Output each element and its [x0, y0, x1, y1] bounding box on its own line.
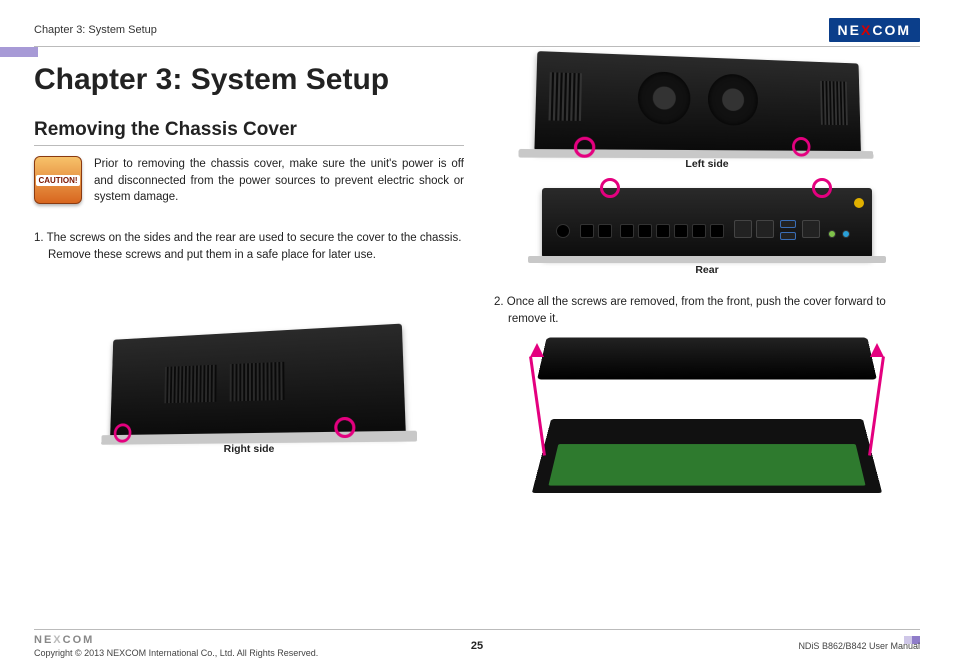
screw-highlight-icon	[334, 416, 356, 437]
caution-text: Prior to removing the chassis cover, mak…	[94, 156, 464, 206]
figure-caption-left-side: Left side	[685, 158, 728, 170]
step-1: 1. The screws on the sides and the rear …	[34, 230, 464, 265]
figure-cover-removal	[494, 359, 920, 509]
brand-x: X	[861, 22, 872, 38]
document-id: NDiS B862/B842 User Manual	[798, 641, 920, 651]
arrow-up-icon	[530, 343, 544, 357]
brand-pre: NE	[34, 634, 53, 646]
brand-post: COM	[63, 634, 95, 646]
caution-icon: CAUTION!	[34, 156, 82, 204]
figure-caption-right-side: Right side	[224, 443, 275, 455]
page-title: Chapter 3: System Setup	[34, 63, 464, 97]
brand-logo: NEXCOM	[829, 18, 920, 42]
section-heading: Removing the Chassis Cover	[34, 119, 464, 141]
header-divider	[34, 46, 920, 47]
accent-bar	[0, 47, 38, 57]
page-number: 25	[471, 640, 483, 652]
brand-post: COM	[872, 22, 911, 38]
screw-highlight-icon	[812, 178, 832, 198]
caution-badge-text: CAUTION!	[36, 175, 79, 186]
footer-logo: NEXCOM	[34, 634, 318, 646]
screw-highlight-icon	[600, 178, 620, 198]
arrow-up-icon	[870, 343, 884, 357]
copyright-text: Copyright © 2013 NEXCOM International Co…	[34, 648, 318, 658]
figure-rear	[542, 188, 872, 258]
brand-pre: NE	[838, 22, 861, 38]
screw-highlight-icon	[792, 137, 811, 157]
brand-x: X	[53, 634, 62, 646]
breadcrumb: Chapter 3: System Setup	[34, 24, 157, 36]
figure-right-side	[110, 323, 406, 438]
step-2: 2. Once all the screws are removed, from…	[494, 294, 920, 329]
figure-left-side	[534, 51, 861, 153]
section-divider	[34, 145, 464, 146]
figure-caption-rear: Rear	[695, 264, 718, 276]
screw-highlight-icon	[113, 423, 131, 442]
